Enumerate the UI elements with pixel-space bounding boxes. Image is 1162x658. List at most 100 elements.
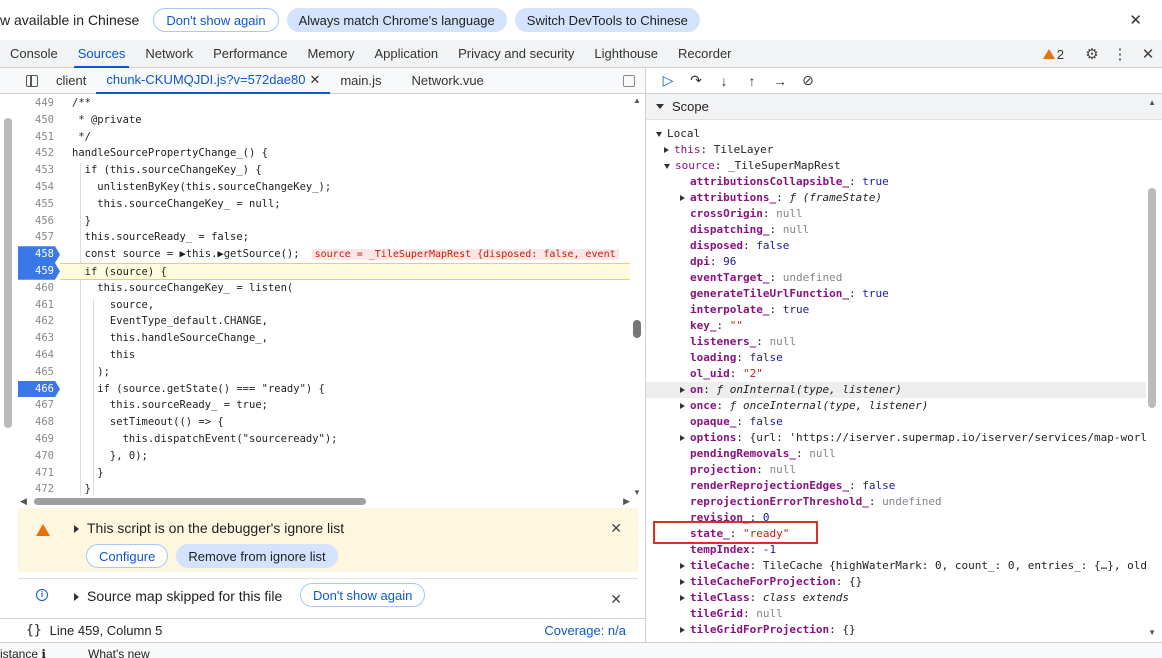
tab-privacy-security[interactable]: Privacy and security xyxy=(448,40,584,68)
scope-property-pendingremovals[interactable]: pendingRemovals_: null xyxy=(646,446,1146,462)
code-line[interactable]: 462 EventType_default.CHANGE, xyxy=(18,313,630,330)
resume-icon[interactable]: ▷ xyxy=(654,72,682,89)
scope-property-interpolate[interactable]: interpolate_: true xyxy=(646,302,1146,318)
breakpoint-line-number[interactable]: 466 xyxy=(18,380,60,398)
code-line[interactable]: 450 * @private xyxy=(18,112,630,129)
line-number[interactable]: 472 xyxy=(18,481,60,495)
drawer-tab-whats-new[interactable]: What's new xyxy=(88,647,150,658)
toggle-debugger-icon[interactable] xyxy=(623,75,635,87)
line-number[interactable]: 471 xyxy=(18,465,60,482)
step-into-icon[interactable]: ↓ xyxy=(710,73,738,89)
code-line[interactable]: 467 this.sourceReady_ = true; xyxy=(18,397,630,414)
line-number[interactable]: 463 xyxy=(18,330,60,347)
code-line[interactable]: 472 } xyxy=(18,481,630,495)
scope-property-this[interactable]: this: TileLayer xyxy=(646,142,1146,158)
code-line[interactable]: 469 this.dispatchEvent("sourceready"); xyxy=(18,431,630,448)
code-line[interactable]: 470 }, 0); xyxy=(18,448,630,465)
scope-property-attributions[interactable]: attributions_: ƒ (frameState) xyxy=(646,190,1146,206)
line-number[interactable]: 468 xyxy=(18,414,60,431)
code-line[interactable]: 466 if (source.getState() === "ready") { xyxy=(18,380,630,398)
scope-local[interactable]: Local xyxy=(646,126,1146,142)
line-number[interactable]: 452 xyxy=(18,145,60,162)
line-number[interactable]: 455 xyxy=(18,196,60,213)
scope-property-eventtarget[interactable]: eventTarget_: undefined xyxy=(646,270,1146,286)
code-line[interactable]: 458 const source = ▶this.▶getSource(); so… xyxy=(18,246,630,263)
scope-property-key[interactable]: key_: "" xyxy=(646,318,1146,334)
file-tab-client[interactable]: client xyxy=(46,68,96,94)
pretty-print-icon[interactable]: {} xyxy=(26,623,42,638)
expand-caret-icon[interactable] xyxy=(74,525,79,534)
scope-section-header[interactable]: Scope xyxy=(646,94,1162,120)
code-line[interactable]: 460 this.sourceChangeKey_ = listen( xyxy=(18,280,630,297)
line-number[interactable]: 457 xyxy=(18,229,60,246)
line-number[interactable]: 461 xyxy=(18,297,60,314)
drawer-tab-assistance[interactable]: istance ℹ xyxy=(0,647,46,658)
line-number[interactable]: 465 xyxy=(18,364,60,381)
file-tab-network-vue[interactable]: Network.vue xyxy=(402,68,494,94)
tab-recorder[interactable]: Recorder xyxy=(668,40,741,68)
deactivate-breakpoints-icon[interactable]: ⊘ xyxy=(794,72,822,89)
line-number[interactable]: 454 xyxy=(18,179,60,196)
tab-performance[interactable]: Performance xyxy=(203,40,297,68)
warnings-badge[interactable]: 2 xyxy=(1042,47,1064,62)
scope-property-opaque[interactable]: opaque_: false xyxy=(646,414,1146,430)
remove-from-ignore-list-button[interactable]: Remove from ignore list xyxy=(176,544,338,568)
coverage-link[interactable]: Coverage: n/a xyxy=(544,623,626,638)
code-line[interactable]: 457 this.sourceReady_ = false; xyxy=(18,229,630,246)
source-map-dont-show-button[interactable]: Don't show again xyxy=(300,583,426,607)
close-source-map-infobar-icon[interactable]: ✕ xyxy=(610,591,622,608)
scope-property-source[interactable]: source: _TileSuperMapRest xyxy=(646,158,1146,174)
tab-sources[interactable]: Sources xyxy=(68,40,136,68)
file-tab-main-js[interactable]: main.js xyxy=(330,68,391,94)
more-options-icon[interactable]: ⋮ xyxy=(1106,45,1134,63)
scope-property-reprojectionerrorthreshold[interactable]: reprojectionErrorThreshold_: undefined xyxy=(646,494,1146,510)
scope-property-dispatching[interactable]: dispatching_: null xyxy=(646,222,1146,238)
tab-console[interactable]: Console xyxy=(0,40,68,68)
dont-show-again-button[interactable]: Don't show again xyxy=(153,8,279,32)
code-line[interactable]: 464 this xyxy=(18,347,630,364)
breakpoint-line-number[interactable]: 458 xyxy=(18,246,60,263)
scope-property-ol-uid[interactable]: ol_uid: "2" xyxy=(646,366,1146,382)
close-tab-icon[interactable]: ✕ xyxy=(309,72,320,88)
scope-property-crossorigin[interactable]: crossOrigin: null xyxy=(646,206,1146,222)
infobar-close-icon[interactable]: ✕ xyxy=(1129,11,1142,29)
code-line[interactable]: 465 ); xyxy=(18,364,630,381)
scope-property-tileclass[interactable]: tileClass: class extends xyxy=(646,590,1146,606)
code-line[interactable]: 471 } xyxy=(18,465,630,482)
line-number[interactable]: 460 xyxy=(18,280,60,297)
code-line[interactable]: 454 unlistenByKey(this.sourceChangeKey_)… xyxy=(18,179,630,196)
scope-property-projection[interactable]: projection: null xyxy=(646,462,1146,478)
close-devtools-icon[interactable]: ✕ xyxy=(1134,45,1162,63)
code-horizontal-scrollbar[interactable]: ◀ ▶ xyxy=(20,496,630,506)
scope-property-tilegrid[interactable]: tileGrid: null xyxy=(646,606,1146,622)
toggle-navigator-icon[interactable] xyxy=(26,74,38,87)
line-number[interactable]: 451 xyxy=(18,129,60,146)
configure-button[interactable]: Configure xyxy=(86,544,169,568)
scope-property-listeners[interactable]: listeners_: null xyxy=(646,334,1146,350)
line-number[interactable]: 464 xyxy=(18,347,60,364)
line-number[interactable]: 453 xyxy=(18,162,60,179)
scope-scrollbar[interactable] xyxy=(1148,188,1156,408)
scope-property-tilegridforprojection[interactable]: tileGridForProjection: {} xyxy=(646,622,1146,638)
line-number[interactable]: 467 xyxy=(18,397,60,414)
settings-gear-icon[interactable]: ⚙ xyxy=(1078,45,1106,63)
scope-property-tempindex[interactable]: tempIndex: -1 xyxy=(646,542,1146,558)
inline-value-preview[interactable]: source = _TileSuperMapRest {disposed: fa… xyxy=(311,249,619,261)
step-over-icon[interactable]: ↷ xyxy=(682,72,710,89)
scope-property-dpi[interactable]: dpi: 96 xyxy=(646,254,1146,270)
scope-property-once[interactable]: once: ƒ onceInternal(type, listener) xyxy=(646,398,1146,414)
always-match-language-button[interactable]: Always match Chrome's language xyxy=(286,8,507,32)
tab-application[interactable]: Application xyxy=(364,40,448,68)
line-number[interactable]: 469 xyxy=(18,431,60,448)
tab-memory[interactable]: Memory xyxy=(298,40,365,68)
expand-caret-icon[interactable] xyxy=(74,593,79,602)
code-line[interactable]: 455 this.sourceChangeKey_ = null; xyxy=(18,196,630,213)
code-line[interactable]: 451 */ xyxy=(18,129,630,146)
close-ignore-infobar-icon[interactable]: ✕ xyxy=(610,520,622,537)
scope-property-tilecache[interactable]: tileCache: TileCache {highWaterMark: 0, … xyxy=(646,558,1146,574)
tab-network[interactable]: Network xyxy=(135,40,203,68)
code-vertical-scrollbar[interactable] xyxy=(633,320,641,338)
code-line[interactable]: 453 if (this.sourceChangeKey_) { xyxy=(18,162,630,179)
code-line[interactable]: 463 this.handleSourceChange_, xyxy=(18,330,630,347)
code-line[interactable]: 449 /** xyxy=(18,95,630,112)
